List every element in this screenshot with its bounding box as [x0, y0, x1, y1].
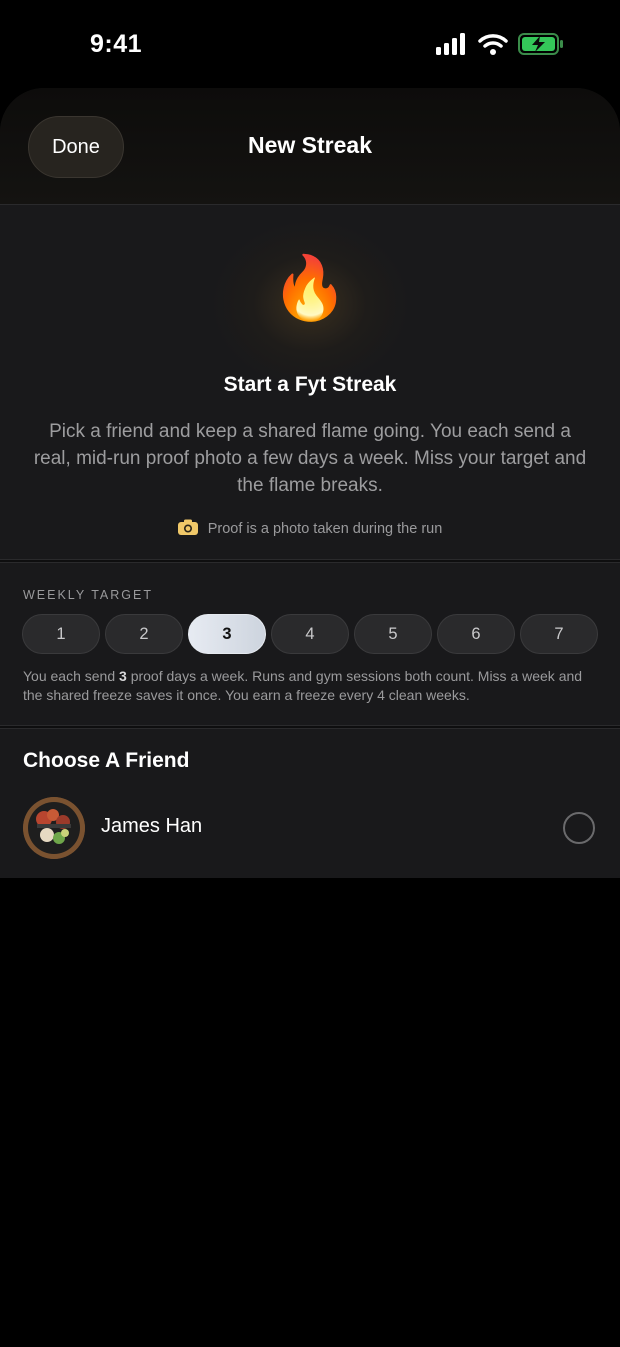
proof-note-text: Proof is a photo taken during the run — [207, 521, 443, 537]
target-option-1[interactable]: 1 — [22, 614, 100, 654]
target-option-6[interactable]: 6 — [437, 614, 515, 654]
flame-icon: 🔥 — [271, 254, 349, 323]
weekly-target-selector: 1 2 3 4 5 6 7 — [22, 614, 598, 654]
help-prefix: You each send — [23, 668, 120, 684]
proof-note: Proof is a photo taken during the run — [0, 519, 620, 539]
status-icons — [436, 33, 564, 60]
intro-title: Start a Fyt Streak — [223, 373, 397, 396]
weekly-target-label: WEEKLY TARGET — [23, 588, 153, 602]
friend-name: James Han — [101, 815, 203, 837]
battery-charging-icon — [518, 33, 564, 60]
choose-friend-card: Choose A Friend James Han — [0, 728, 620, 878]
new-streak-sheet: Done New Streak 🔥 Start a Fyt Streak Pic… — [0, 88, 620, 878]
target-option-3[interactable]: 3 — [188, 614, 266, 654]
intro-card: 🔥 Start a Fyt Streak Pick a friend and k… — [0, 204, 620, 560]
status-time: 9:41 — [90, 30, 143, 58]
intro-description: Pick a friend and keep a shared flame go… — [33, 421, 587, 496]
target-option-4[interactable]: 4 — [271, 614, 349, 654]
target-option-5[interactable]: 5 — [354, 614, 432, 654]
friend-row[interactable]: James Han — [0, 797, 620, 861]
status-bar: 9:41 — [0, 0, 620, 90]
wifi-icon — [478, 33, 508, 60]
camera-icon — [177, 519, 198, 539]
choose-friend-heading: Choose A Friend — [23, 749, 190, 772]
target-option-7[interactable]: 7 — [520, 614, 598, 654]
signal-icon — [436, 33, 468, 60]
weekly-target-card: WEEKLY TARGET 1 2 3 4 5 6 7 You each sen… — [0, 562, 620, 726]
sheet-header: Done New Streak — [0, 88, 620, 204]
avatar — [23, 797, 85, 859]
target-option-2[interactable]: 2 — [105, 614, 183, 654]
sheet-title: New Streak — [247, 132, 372, 158]
weekly-target-help: You each send 3 proof days a week. Runs … — [23, 667, 593, 705]
help-target-value: 3 — [119, 668, 127, 684]
friend-select-radio[interactable] — [563, 812, 595, 844]
